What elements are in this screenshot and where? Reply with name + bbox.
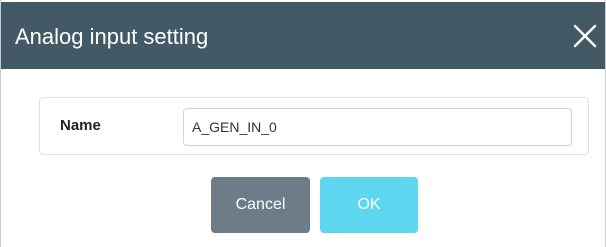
name-label: Name	[60, 117, 101, 134]
close-icon	[573, 24, 597, 48]
name-input[interactable]	[183, 108, 572, 146]
ok-button[interactable]: OK	[320, 177, 418, 233]
dialog-body: Name Cancel OK	[1, 69, 605, 247]
dialog-titlebar: Analog input setting	[1, 2, 605, 69]
cancel-button[interactable]: Cancel	[211, 177, 310, 233]
dialog-title: Analog input setting	[15, 24, 209, 49]
close-button[interactable]	[571, 22, 599, 50]
name-field-row: Name	[39, 97, 589, 155]
analog-input-setting-dialog: Analog input setting Name Cancel OK	[0, 0, 606, 247]
